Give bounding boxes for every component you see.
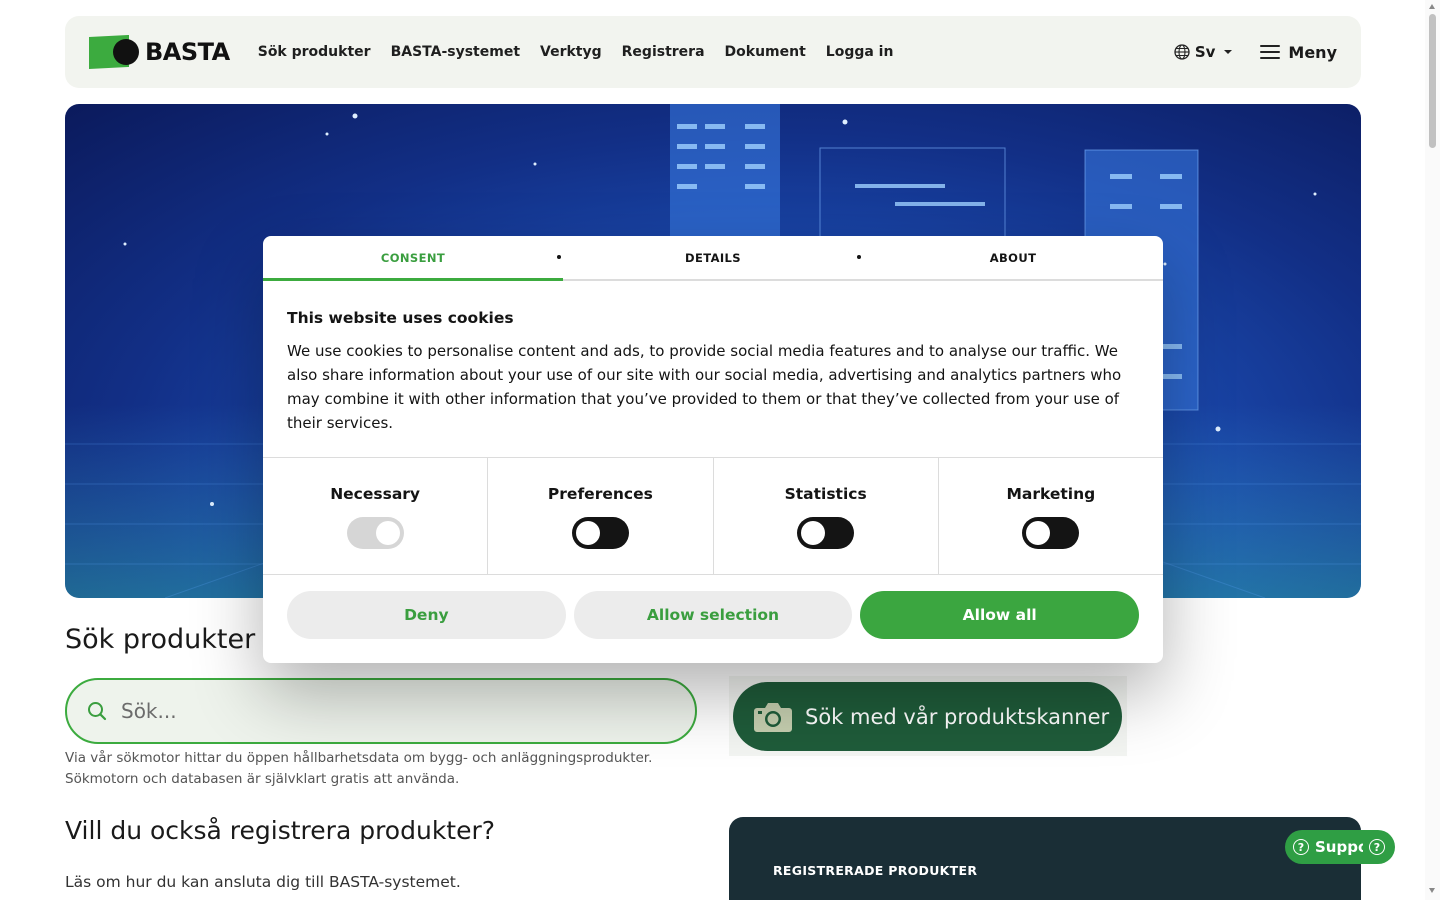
hamburger-icon <box>1260 45 1281 59</box>
product-scanner-button[interactable]: Sök med vår produktskanner <box>733 682 1122 751</box>
help-circle-icon: ? <box>1369 839 1385 855</box>
basta-logo[interactable]: BASTA <box>89 34 230 70</box>
category-label: Statistics <box>784 485 867 503</box>
tab-consent[interactable]: CONSENT <box>263 236 563 281</box>
page-scrollbar[interactable] <box>1425 0 1440 900</box>
cookie-dialog-buttons: Deny Allow selection Allow all <box>263 575 1163 639</box>
registered-products-label: REGISTRERADE PRODUKTER <box>773 863 978 878</box>
search-section-title: Sök produkter i <box>65 624 272 655</box>
category-label: Necessary <box>330 485 421 503</box>
category-label: Preferences <box>547 485 653 503</box>
language-label: Sv <box>1194 43 1216 61</box>
category-statistics: Statistics <box>714 458 939 574</box>
tab-details[interactable]: DETAILS <box>563 236 863 279</box>
register-section-title: Vill du också registrera produkter? <box>65 816 496 845</box>
nav-registrera[interactable]: Registrera <box>622 44 705 60</box>
tab-separator-dot <box>557 255 561 259</box>
statistics-toggle[interactable] <box>797 517 855 549</box>
category-preferences: Preferences <box>488 458 714 574</box>
site-header: BASTA Sök produkter BASTA-systemet Verkt… <box>65 16 1361 88</box>
chevron-down-icon <box>1224 50 1233 54</box>
preferences-toggle[interactable] <box>571 517 629 549</box>
cookie-dialog-tabs: CONSENT DETAILS ABOUT <box>263 236 1163 281</box>
scroll-up-arrow-icon[interactable] <box>1429 4 1435 9</box>
nav-basta-systemet[interactable]: BASTA-systemet <box>391 44 520 60</box>
tab-about[interactable]: ABOUT <box>863 236 1163 279</box>
register-description: Läs om hur du kan ansluta dig till BASTA… <box>65 873 461 891</box>
basta-logo-mark <box>89 34 139 70</box>
cookie-categories: Necessary Preferences Statistics Marketi… <box>263 457 1163 575</box>
scroll-down-arrow-icon[interactable] <box>1429 888 1435 893</box>
allow-selection-button[interactable]: Allow selection <box>573 591 853 639</box>
tab-separator-dot <box>857 255 861 259</box>
menu-label: Meny <box>1288 42 1337 62</box>
language-selector[interactable]: Sv <box>1174 43 1233 61</box>
main-nav: Sök produkter BASTA-systemet Verktyg Reg… <box>258 44 894 60</box>
search-description: Via vår sökmotor hittar du öppen hållbar… <box>65 750 653 787</box>
cookie-consent-dialog: CONSENT DETAILS ABOUT This website uses … <box>263 236 1163 663</box>
nav-sok-produkter[interactable]: Sök produkter <box>258 44 371 60</box>
allow-all-button[interactable]: Allow all <box>860 591 1140 639</box>
search-field[interactable] <box>65 678 697 744</box>
nav-logga-in[interactable]: Logga in <box>826 44 894 60</box>
deny-button[interactable]: Deny <box>287 591 566 639</box>
logo-text: BASTA <box>145 38 230 66</box>
globe-icon <box>1174 44 1190 60</box>
cookie-dialog-text: We use cookies to personalise content an… <box>287 342 1122 432</box>
camera-icon <box>754 702 792 732</box>
search-icon <box>88 702 107 721</box>
menu-button[interactable]: Meny <box>1260 43 1337 62</box>
nav-dokument[interactable]: Dokument <box>725 44 806 60</box>
category-necessary: Necessary <box>263 458 489 574</box>
support-widget-button[interactable]: ? Support ? <box>1285 830 1395 864</box>
nav-verktyg[interactable]: Verktyg <box>540 44 602 60</box>
support-label: Support <box>1315 838 1363 856</box>
scanner-button-label: Sök med vår produktskanner <box>805 704 1110 729</box>
search-input[interactable] <box>121 699 641 723</box>
marketing-toggle[interactable] <box>1022 517 1080 549</box>
category-label: Marketing <box>1006 485 1096 503</box>
necessary-toggle <box>346 517 404 549</box>
category-marketing: Marketing <box>939 458 1163 574</box>
scrollbar-thumb[interactable] <box>1429 14 1436 148</box>
help-icon: ? <box>1293 839 1309 855</box>
registered-products-card: REGISTRERADE PRODUKTER <box>729 817 1361 900</box>
cookie-dialog-title: This website uses cookies <box>287 309 514 327</box>
